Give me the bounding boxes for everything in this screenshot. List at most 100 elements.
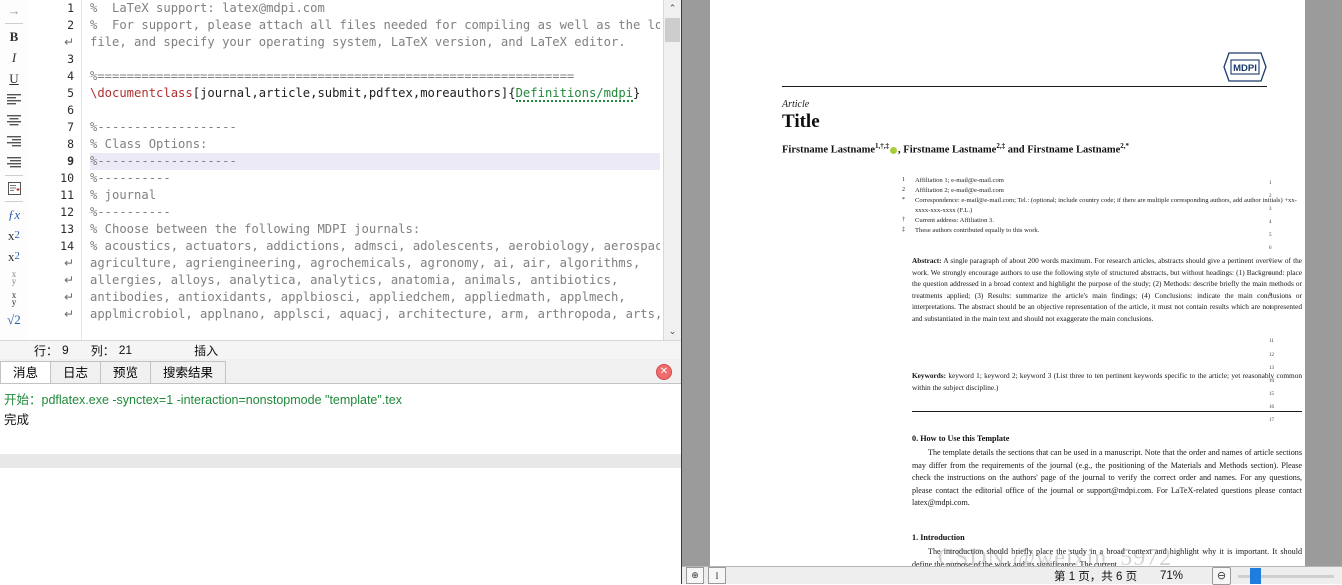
code-editor[interactable]: 1 2 ↵ 3 4 5 6 7 8 9 10 11 12 13 14 ↵ ↵ ↵… — [28, 0, 681, 340]
affiliation-row: 2 Affiliation 2; e-mail@e-mail.com — [902, 186, 1302, 196]
line-wrap-marker: ↵ — [63, 273, 74, 287]
editor-vertical-scrollbar[interactable]: ⌃ ⌄ — [663, 0, 681, 340]
scroll-down-icon[interactable]: ⌄ — [664, 323, 681, 340]
message-line: 完成 — [4, 413, 30, 427]
zoom-slider-knob[interactable] — [1250, 568, 1261, 584]
status-row-value: 9 — [62, 343, 69, 357]
authors-line: Firstname Lastname1,†,‡ , Firstname Lastn… — [782, 142, 1129, 156]
function-icon[interactable]: ƒx — [1, 204, 27, 225]
formatting-toolbar: → B I U ƒx x 2 x 2 x y x y √2 — [0, 0, 28, 340]
abstract-text: A single paragraph of about 200 words ma… — [912, 256, 1302, 323]
code-line: %---------- — [90, 205, 171, 219]
line-number: 11 — [60, 188, 74, 202]
affiliation-text: Correspondence: e-mail@e-mail.com; Tel.:… — [915, 197, 1297, 214]
align-right-glyph — [7, 136, 21, 147]
zoom-level: 71% — [1160, 569, 1184, 582]
pdf-line-number: 13 — [1269, 366, 1274, 371]
tab-log[interactable]: 日志 — [50, 361, 102, 383]
display-fraction-icon[interactable]: xy — [1, 288, 27, 309]
keywords-block: Keywords: keyword 1; keyword 2; keyword … — [912, 370, 1302, 393]
align-left-icon[interactable] — [1, 89, 27, 110]
mdpi-logo-icon: MDPI — [1223, 52, 1267, 82]
code-line: % LaTeX support: latex@mdpi.com — [90, 1, 325, 15]
pdf-line-number: 3 — [1269, 207, 1272, 212]
affiliation-mark: † — [902, 216, 905, 223]
affiliation-row: 1 Affiliation 1; e-mail@e-mail.com — [902, 176, 1302, 186]
tab-messages[interactable]: 消息 — [0, 361, 52, 383]
pdf-line-number: 14 — [1269, 379, 1274, 384]
align-justify-icon[interactable] — [1, 152, 27, 173]
scrollbar-thumb[interactable] — [665, 18, 680, 42]
author-sup-1: 1,†,‡ — [875, 142, 890, 150]
author-sup-2: 2,‡ — [996, 142, 1006, 150]
status-col-value: 21 — [118, 343, 133, 357]
code-line: %------------------- — [90, 120, 237, 134]
close-panel-icon[interactable]: ✕ — [656, 364, 672, 380]
toolbar-divider-3 — [5, 201, 23, 202]
code-line: antibodies, antioxidants, applbiosci, ap… — [90, 290, 626, 304]
subscript-icon[interactable]: x2 — [1, 225, 27, 246]
messages-panel: 开始：pdflatex.exe -synctex=1 -interaction=… — [0, 383, 681, 454]
bold-icon[interactable]: B — [1, 26, 27, 47]
code-line: % Choose between the following MDPI jour… — [90, 222, 421, 236]
keywords-label: Keywords: — [912, 371, 947, 380]
code-line: file, and specify your operating system,… — [90, 35, 626, 49]
align-justify-glyph — [7, 157, 21, 168]
editor-pane: → B I U ƒx x 2 x 2 x y x y √2 1 2 ↵ 3 4 … — [0, 0, 681, 584]
align-left-glyph — [7, 94, 21, 105]
tab-preview[interactable]: 预览 — [100, 361, 152, 383]
affiliation-mark: * — [902, 197, 905, 204]
superscript-icon[interactable]: x2 — [1, 246, 27, 267]
zoom-out-icon[interactable]: ⊖ — [1212, 566, 1231, 585]
author-name-1: Firstname Lastname — [782, 144, 876, 156]
section-heading-0: 0. How to Use this Template — [912, 434, 1010, 443]
line-number-gutter: 1 2 ↵ 3 4 5 6 7 8 9 10 11 12 13 14 ↵ ↵ ↵… — [28, 0, 82, 340]
page-indicator: 第 1 页，共 6 页 — [1054, 570, 1138, 583]
line-number: 1 — [67, 1, 74, 15]
affiliation-row: ‡ These authors contributed equally to t… — [902, 226, 1302, 236]
page-title: Title — [782, 111, 820, 132]
orcid-icon — [890, 146, 898, 154]
code-line: allergies, alloys, analytica, analytics,… — [90, 273, 619, 287]
status-insert-mode: 插入 — [194, 343, 219, 358]
line-wrap-marker: ↵ — [63, 290, 74, 304]
align-right-icon[interactable] — [1, 131, 27, 152]
code-line: applmicrobiol, applnano, applsci, aquacj… — [90, 307, 660, 321]
line-number: 2 — [67, 18, 74, 32]
text-select-icon[interactable]: I — [708, 567, 726, 584]
author-name-2: , Firstname Lastname — [898, 144, 997, 156]
inline-fraction-icon[interactable]: xy — [1, 267, 27, 288]
pdf-line-number: 5 — [1269, 233, 1272, 238]
code-text-area[interactable]: % LaTeX support: latex@mdpi.com % For su… — [82, 0, 660, 340]
align-center-icon[interactable] — [1, 110, 27, 131]
pdf-line-numbers: 1 2 3 4 5 6 7 8 9 10 11 12 13 14 15 16 1 — [1269, 0, 1287, 566]
pdf-line-number: 8 — [1269, 272, 1272, 277]
section-0-paragraph: The template details the sections that c… — [912, 448, 1302, 508]
fit-page-icon[interactable]: ⊕ — [686, 567, 704, 584]
abstract-label: Abstract: — [912, 256, 942, 265]
latex-command: \documentclass — [90, 86, 193, 100]
line-number: 5 — [67, 86, 74, 100]
insert-note-icon[interactable] — [1, 178, 27, 199]
pdf-line-number: 12 — [1269, 353, 1274, 358]
indent-arrow-icon[interactable]: → — [1, 0, 27, 21]
status-col-label: 列： — [90, 343, 115, 358]
pdf-line-number: 7 — [1269, 259, 1272, 264]
affiliations-block: 1 Affiliation 1; e-mail@e-mail.com 2 Aff… — [902, 176, 1302, 236]
italic-icon[interactable]: I — [1, 47, 27, 68]
sqrt-icon[interactable]: √2 — [1, 309, 27, 330]
pdf-page[interactable]: MDPI Article Title Firstname Lastname1,†… — [710, 0, 1305, 571]
underline-icon[interactable]: U — [1, 68, 27, 89]
scroll-up-icon[interactable]: ⌃ — [664, 0, 681, 17]
output-tab-strip: 消息 日志 预览 搜索结果 — [0, 359, 681, 383]
affiliation-mark: 1 — [902, 177, 905, 183]
line-number: 8 — [67, 137, 74, 151]
code-line: % Class Options: — [90, 137, 208, 151]
pdf-line-number: 10 — [1269, 306, 1274, 311]
author-name-3: and Firstname Lastname — [1005, 144, 1121, 156]
line-number: 14 — [60, 239, 74, 253]
author-sup-3: 2,* — [1120, 142, 1130, 150]
tab-search-results[interactable]: 搜索结果 — [150, 361, 227, 383]
latex-brace-close: } — [633, 86, 641, 100]
